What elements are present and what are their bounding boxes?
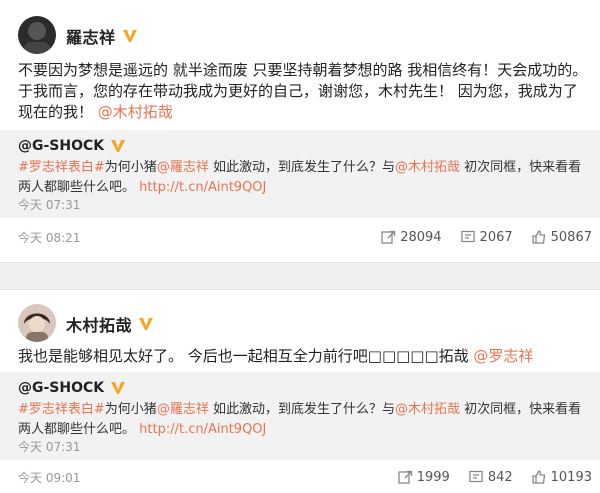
user-name[interactable]: 羅志祥 <box>66 24 116 48</box>
avatar[interactable] <box>18 16 56 54</box>
mention-link[interactable]: @木村拓哉 <box>98 103 173 121</box>
like-button[interactable]: 10193 <box>531 469 592 485</box>
repost-header: @G-SHOCK <box>18 380 126 396</box>
repost-box[interactable]: @G-SHOCK #罗志祥表白#为何小猪@羅志祥 如此激动，到底发生了什么？与@… <box>0 372 600 460</box>
repost-text-segment: 如此激动，到底发生了什么？与 <box>208 160 395 175</box>
repost-text: #罗志祥表白#为何小猪@羅志祥 如此激动，到底发生了什么？与@木村拓哉 初次同框… <box>18 400 588 440</box>
repost-count: 1999 <box>416 469 450 485</box>
avatar-image-icon <box>18 16 56 54</box>
mention-link[interactable]: @罗志祥 <box>473 347 533 365</box>
hashtag-link[interactable]: #罗志祥表白# <box>18 402 105 417</box>
like-button[interactable]: 50867 <box>531 229 592 245</box>
comment-button[interactable]: 2067 <box>460 229 513 245</box>
post-body: 我也是能够相见太好了。 今后也一起相互全力前行吧□□□□□拓哉 <box>18 347 474 365</box>
weibo-post-card: 木村拓哉 我也是能够相见太好了。 今后也一起相互全力前行吧□□□□□拓哉 @罗志… <box>0 290 600 493</box>
post-timestamp[interactable]: 今天 08:21 <box>18 229 80 246</box>
avatar-image-icon <box>18 304 56 342</box>
repost-timestamp[interactable]: 今天 07:31 <box>18 438 80 455</box>
mention-link[interactable]: @羅志祥 <box>157 402 209 417</box>
verified-v-icon <box>111 140 126 152</box>
verified-v-icon <box>111 382 126 394</box>
user-row: 木村拓哉 <box>66 312 154 336</box>
repost-button[interactable]: 28094 <box>380 229 442 245</box>
repost-text: #罗志祥表白#为何小猪@羅志祥 如此激动，到底发生了什么？与@木村拓哉 初次同框… <box>18 158 588 198</box>
verified-v-icon <box>122 30 137 42</box>
mention-link[interactable]: @木村拓哉 <box>395 160 460 175</box>
repost-button[interactable]: 1999 <box>397 469 450 485</box>
hashtag-link[interactable]: #罗志祥表白# <box>18 160 105 175</box>
thumbs-up-icon <box>531 470 545 484</box>
repost-box[interactable]: @G-SHOCK #罗志祥表白#为何小猪@羅志祥 如此激动，到底发生了什么？与@… <box>0 130 600 218</box>
post-text: 不要因为梦想是遥远的 就半途而废 只要坚持朝着梦想的路 我相信终有！天会成功的。… <box>18 60 588 123</box>
thumbs-up-icon <box>531 230 545 244</box>
action-bar: 1999 842 10193 <box>379 469 592 485</box>
short-url-link[interactable]: http://t.cn/Aint9QOJ <box>139 180 266 195</box>
avatar[interactable] <box>18 304 56 342</box>
repost-user-name[interactable]: @G-SHOCK <box>18 138 104 154</box>
post-footer: 今天 08:21 28094 2067 50867 <box>0 222 600 252</box>
post-footer: 今天 09:01 1999 842 10193 <box>0 462 600 492</box>
repost-timestamp[interactable]: 今天 07:31 <box>18 196 80 213</box>
repost-user-name[interactable]: @G-SHOCK <box>18 380 104 396</box>
weibo-post-card: 羅志祥 不要因为梦想是遥远的 就半途而废 只要坚持朝着梦想的路 我相信终有！天会… <box>0 0 600 262</box>
mention-link[interactable]: @羅志祥 <box>157 160 209 175</box>
repost-text-segment: 如此激动，到底发生了什么？与 <box>208 402 395 417</box>
repost-count: 28094 <box>400 229 442 245</box>
verified-v-icon <box>139 318 154 330</box>
post-timestamp[interactable]: 今天 09:01 <box>18 469 80 486</box>
repost-text-segment: 为何小猪 <box>104 160 157 175</box>
repost-text-segment: 为何小猪 <box>104 402 157 417</box>
repost-header: @G-SHOCK <box>18 138 126 154</box>
repost-icon <box>381 230 396 244</box>
action-bar: 28094 2067 50867 <box>362 229 592 245</box>
comment-button[interactable]: 842 <box>468 469 513 485</box>
post-separator <box>0 262 600 290</box>
like-count: 10193 <box>550 469 592 485</box>
repost-icon <box>398 470 412 484</box>
comment-count: 842 <box>487 469 513 485</box>
post-text: 我也是能够相见太好了。 今后也一起相互全力前行吧□□□□□拓哉 @罗志祥 <box>18 346 588 367</box>
comment-icon <box>460 230 475 243</box>
short-url-link[interactable]: http://t.cn/Aint9QOJ <box>139 422 266 437</box>
like-count: 50867 <box>550 229 592 245</box>
mention-link[interactable]: @木村拓哉 <box>395 402 460 417</box>
user-name[interactable]: 木村拓哉 <box>66 312 132 336</box>
comment-count: 2067 <box>479 229 513 245</box>
comment-icon <box>469 470 483 483</box>
user-row: 羅志祥 <box>66 24 138 48</box>
